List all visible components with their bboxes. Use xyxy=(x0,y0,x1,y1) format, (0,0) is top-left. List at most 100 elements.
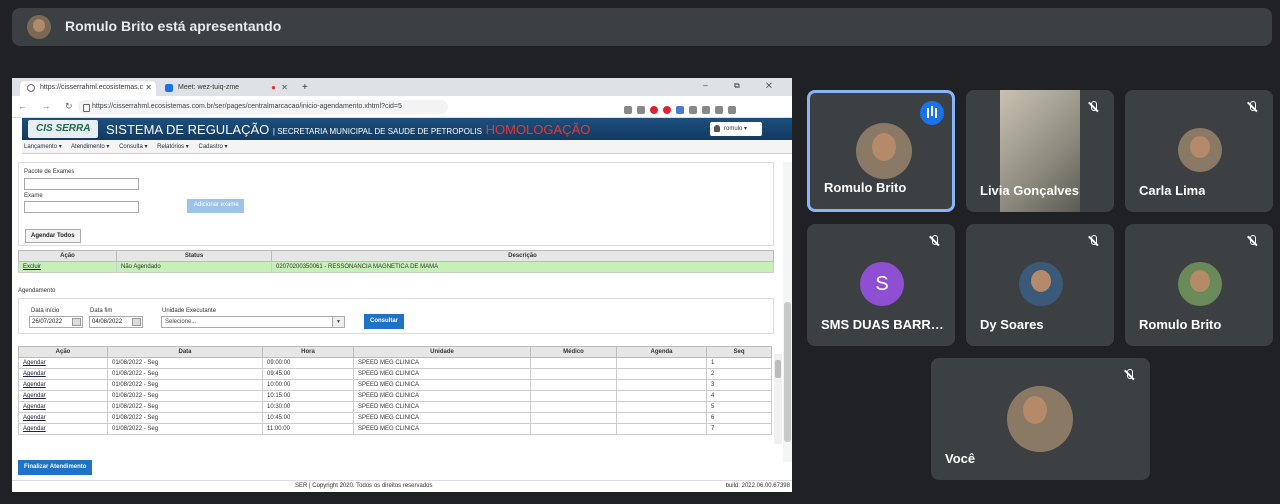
participant-tile[interactable]: Carla Lima xyxy=(1125,90,1273,212)
pacote-label: Pacote de Exames xyxy=(24,169,75,175)
status-cell: Não Agendado xyxy=(116,261,272,273)
new-tab-button[interactable]: + xyxy=(296,81,316,96)
translate-icon[interactable] xyxy=(676,106,684,114)
page-scrollbar[interactable] xyxy=(783,162,792,462)
puzzle-icon[interactable] xyxy=(702,106,710,114)
user-menu-button[interactable]: romulo ▾ xyxy=(710,122,762,136)
agendar-todos-button[interactable]: Agendar Todos xyxy=(25,229,81,243)
cell-agenda xyxy=(616,412,707,424)
close-tab-icon[interactable]: ✕ xyxy=(281,83,288,92)
cell-agenda xyxy=(616,423,707,435)
tab-title: https://cisserrahml.ecosistemas.c xyxy=(40,84,144,91)
excluir-text[interactable]: Excluir xyxy=(23,264,41,270)
table-scrollbar[interactable] xyxy=(774,354,782,444)
participant-tile[interactable]: Romulo Brito xyxy=(1125,224,1273,346)
cell-seq: 7 xyxy=(706,423,772,435)
calendar-icon[interactable] xyxy=(132,318,141,326)
menu-consulta[interactable]: Consulta ▾ xyxy=(119,144,147,150)
close-tab-icon[interactable]: ✕ xyxy=(145,83,152,92)
pacote-input[interactable] xyxy=(24,178,139,190)
cell-acao[interactable]: Agendar xyxy=(18,357,108,369)
cell-acao[interactable]: Agendar xyxy=(18,412,108,424)
cell-data: 01/08/2022 - Seg xyxy=(107,357,263,369)
browser-tab-active[interactable]: https://cisserrahml.ecosistemas.c ✕ xyxy=(20,81,156,96)
globe-icon xyxy=(27,84,35,92)
cell-seq: 2 xyxy=(706,368,772,380)
descricao-cell: 02070200350061 - RESSONANCIA MAGNETICA D… xyxy=(271,261,774,273)
unidade-label: Unidade Executante xyxy=(162,308,217,314)
table-row: Agendar 01/08/2022 - Seg 10:00:00 SPEED MEG… xyxy=(18,379,772,391)
opera-icon[interactable] xyxy=(650,106,658,114)
menu-cadastro[interactable]: Cadastro ▾ xyxy=(199,144,228,150)
nav-arrows-icon[interactable]: ← → ↻ xyxy=(18,101,79,112)
data-inicio-input[interactable]: 26/07/2022 xyxy=(29,316,83,328)
url-field[interactable]: https://cisserrahml.ecosistemas.com.br/s… xyxy=(78,100,448,114)
cell-acao[interactable]: Agendar xyxy=(18,379,108,391)
presenter-avatar xyxy=(27,15,51,39)
exame-input[interactable] xyxy=(24,201,139,213)
data-inicio-label: Data início xyxy=(31,308,60,314)
cell-agenda xyxy=(616,368,707,380)
cell-unidade: SPEED MEG CLINICA xyxy=(353,368,531,380)
cell-agenda xyxy=(616,401,707,413)
cell-agenda xyxy=(616,379,707,391)
cell-acao[interactable]: Agendar xyxy=(18,368,108,380)
participant-tile[interactable]: S SMS DUAS BARRAS xyxy=(807,224,955,346)
data-inicio-value: 26/07/2022 xyxy=(32,319,63,325)
calendar-icon[interactable] xyxy=(72,318,81,326)
window-controls[interactable]: – ⧉ ✕ xyxy=(703,81,784,91)
cell-unidade: SPEED MEG CLINICA xyxy=(353,412,531,424)
presenting-label: Romulo Brito está apresentando xyxy=(65,18,282,34)
cell-unidade: SPEED MEG CLINICA xyxy=(353,401,531,413)
browser-tab-meet[interactable]: Meet: wez-tuiq-zme ● ✕ xyxy=(158,81,292,96)
col-data: Data xyxy=(107,346,263,358)
menu-relatorios[interactable]: Relatórios ▾ xyxy=(157,144,189,150)
col-status: Status xyxy=(116,250,272,262)
participant-tile-self[interactable]: Você xyxy=(931,358,1150,480)
consultar-button[interactable]: Consultar xyxy=(364,314,405,329)
participant-tile[interactable]: Romulo Brito xyxy=(807,90,955,212)
cell-acao[interactable]: Agendar xyxy=(18,401,108,413)
profile-icon[interactable] xyxy=(728,106,736,114)
cell-unidade: SPEED MEG CLINICA xyxy=(353,423,531,435)
add-exam-button[interactable]: Adicionar exame xyxy=(187,199,244,213)
share-icon[interactable] xyxy=(624,106,632,114)
participant-tile[interactable]: Livia Gonçalves xyxy=(966,90,1114,212)
excluir-link[interactable]: Excluir xyxy=(18,261,117,273)
unidade-select[interactable]: Selecione... ▼ xyxy=(161,316,345,328)
copyright-text: SER | Copyright 2020. Todos os direitos … xyxy=(295,483,433,489)
shared-screen: https://cisserrahml.ecosistemas.c ✕ Meet… xyxy=(12,78,792,492)
build-text: build: 2022.06.00.67398 xyxy=(725,483,790,489)
cell-hora: 10:30:00 xyxy=(262,401,354,413)
participant-tile[interactable]: Dy Soares xyxy=(966,224,1114,346)
participant-name: Romulo Brito xyxy=(824,180,907,195)
participant-name: SMS DUAS BARRAS xyxy=(821,317,946,332)
star-icon[interactable] xyxy=(637,106,645,114)
cell-medico xyxy=(530,412,617,424)
menu-lancamento[interactable]: Lançamento ▾ xyxy=(24,144,62,150)
agendamento-filter-panel: Data início 26/07/2022 Data fim 04/08/20… xyxy=(18,298,774,334)
scroll-thumb[interactable] xyxy=(784,302,791,442)
cell-hora: 09:00:00 xyxy=(262,357,354,369)
scroll-thumb[interactable] xyxy=(775,360,781,378)
tab-title: Meet: wez-tuiq-zme xyxy=(178,84,240,91)
participant-name: Dy Soares xyxy=(980,317,1044,332)
cell-medico xyxy=(530,379,617,391)
adblock-icon[interactable] xyxy=(663,106,671,114)
extension-icon[interactable] xyxy=(689,106,697,114)
data-fim-input[interactable]: 04/08/2022 xyxy=(89,316,143,328)
table-row: Agendar 01/08/2022 - Seg 10:15:00 SPEED MEG… xyxy=(18,390,772,402)
finalizar-atendimento-button[interactable]: Finalizar Atendimento xyxy=(18,460,93,475)
address-bar: ← → ↻ https://cisserrahml.ecosistemas.co… xyxy=(12,96,792,118)
avatar xyxy=(1007,386,1073,452)
sidebar-icon[interactable] xyxy=(715,106,723,114)
participant-name: Carla Lima xyxy=(1139,183,1206,198)
col-descricao: Descrição xyxy=(271,250,774,262)
chevron-down-icon[interactable]: ▼ xyxy=(332,317,344,327)
cell-acao[interactable]: Agendar xyxy=(18,423,108,435)
menu-atendimento[interactable]: Atendimento ▾ xyxy=(71,144,109,150)
cell-acao[interactable]: Agendar xyxy=(18,390,108,402)
agendamento-section-label: Agendamento xyxy=(18,288,56,294)
cell-hora: 10:15:00 xyxy=(262,390,354,402)
cell-hora: 09:45:00 xyxy=(262,368,354,380)
